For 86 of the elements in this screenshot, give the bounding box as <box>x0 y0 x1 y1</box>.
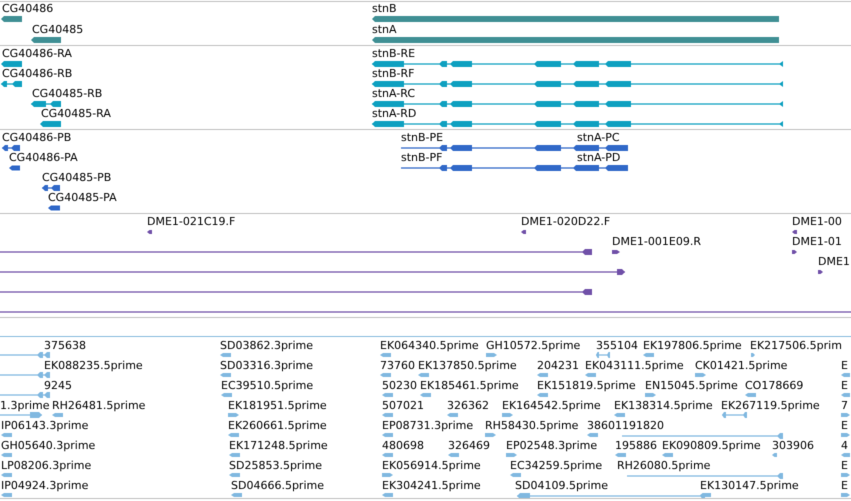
feature-label: E <box>841 379 848 392</box>
feature-label: EC39510.5prime <box>221 379 314 392</box>
feature-label: SD03316.3prime <box>220 359 313 372</box>
feature-label: EK138314.5prime <box>614 399 713 412</box>
feature-label: RH26481.5prime <box>52 399 146 412</box>
feature-label: E <box>841 459 848 472</box>
feature-label: SD03862.3prime <box>220 339 313 352</box>
feature-label: 507021 <box>382 399 424 412</box>
feature-label: EK137850.5prime <box>418 359 517 372</box>
feature-label: 355104 <box>596 339 638 352</box>
feature-label: 4 <box>841 439 848 452</box>
feature-label: EN15045.5prime <box>645 379 738 392</box>
feature-label: stnB-RF <box>372 67 415 80</box>
feature-label: CG40485-PB <box>42 171 112 184</box>
feature-label: CG40486-RB <box>2 67 72 80</box>
feature-label: 191820 <box>622 419 664 432</box>
feature-label: stnA-PC <box>577 131 620 144</box>
feature-label: 195886 <box>615 439 657 452</box>
feature-label: 50230 <box>382 379 417 392</box>
feature-label: 326362 <box>447 399 489 412</box>
feature-label: EK304241.5prime <box>382 479 481 492</box>
feature-label: IP06143.3prime <box>1 419 88 432</box>
feature-label: stnB-RE <box>372 47 416 60</box>
feature-label: SD25853.5prime <box>229 459 322 472</box>
feature-label: EK043111.5prime <box>585 359 684 372</box>
feature-label: RH26080.5prime <box>617 459 710 472</box>
feature-label: CG40486-RA <box>2 47 72 60</box>
feature-label: CO178669 <box>745 379 804 392</box>
feature-label: CG40485-RA <box>41 107 111 120</box>
feature-label: 326469 <box>448 439 490 452</box>
feature-label: GH10572.5prime <box>486 339 580 352</box>
feature-label: stnB-PE <box>401 131 444 144</box>
feature-label: E <box>841 359 848 372</box>
feature-label: 303906 <box>772 439 814 452</box>
feature-label: 73760 <box>380 359 415 372</box>
feature-label: E <box>841 419 848 432</box>
feature-label: stnA-RC <box>372 87 416 100</box>
feature-label: DME1-00 <box>792 215 842 228</box>
feature-label: 204231 <box>537 359 579 372</box>
feature-label: CK01421.5prime <box>695 359 788 372</box>
feature-label: CG40486-PA <box>9 151 78 164</box>
feature-label: GH05640.3prime <box>1 439 96 452</box>
feature-label: stnB-PF <box>401 151 442 164</box>
feature-label: EK088235.5prime <box>44 359 143 372</box>
feature-label: EK260661.5prime <box>228 419 327 432</box>
feature-label: stnA <box>372 23 397 36</box>
feature-label: EK090809.5prime <box>662 439 761 452</box>
feature-label: 1.3prime <box>0 399 50 412</box>
feature-label: DME1-021C19.F <box>147 215 236 228</box>
feature-label: EP02548.3prime <box>506 439 598 452</box>
feature-label: 38601 <box>587 419 622 432</box>
feature-label: EK164542.5prime <box>502 399 601 412</box>
feature-label: EK056914.5prime <box>382 459 481 472</box>
feature-label: EK217506.5prim <box>750 339 842 352</box>
feature-label: EK181951.5prime <box>228 399 327 412</box>
feature-label: CG40485-RB <box>32 87 102 100</box>
feature-label: SD04666.5prime <box>231 479 324 492</box>
feature-label: EK151819.5prime <box>537 379 636 392</box>
feature-label: DME1-01 <box>792 235 842 248</box>
feature-label: EC34259.5prime <box>510 459 602 472</box>
feature-label: EK171248.5prime <box>229 439 328 452</box>
feature-label: CG40485 <box>32 23 84 36</box>
feature-label: stnB <box>372 2 397 15</box>
feature-label: DME1-001E09.R <box>612 235 701 248</box>
feature-label: CG40486 <box>2 2 54 15</box>
feature-label: IP04924.3prime <box>1 479 88 492</box>
feature-label: 480698 <box>382 439 424 452</box>
feature-label: EK197806.5prime <box>643 339 742 352</box>
feature-label: CG40485-PA <box>48 191 117 204</box>
feature-label: stnA-PD <box>577 151 620 164</box>
feature-label: EK267119.5prime <box>721 399 820 412</box>
feature-label: 375638 <box>44 339 86 352</box>
feature-label: stnA-RD <box>372 107 416 120</box>
feature-label: 9245 <box>44 379 72 392</box>
feature-label: DME1 <box>818 255 850 268</box>
feature-label: EP08731.3prime <box>382 419 474 432</box>
feature-label: EK185461.5prime <box>420 379 519 392</box>
feature-label: DME1-020D22.F <box>521 215 610 228</box>
feature-label: 7 <box>841 399 848 412</box>
feature-label: RH58430.5prime <box>485 419 578 432</box>
feature-label: CG40486-PB <box>2 131 72 144</box>
feature-label: EK064340.5prime <box>380 339 479 352</box>
feature-label: EK130147.5prime <box>700 479 799 492</box>
feature-label: LP08206.3prime <box>1 459 92 472</box>
feature-label: SD04109.5prime <box>515 479 608 492</box>
feature-label: E <box>841 479 848 492</box>
